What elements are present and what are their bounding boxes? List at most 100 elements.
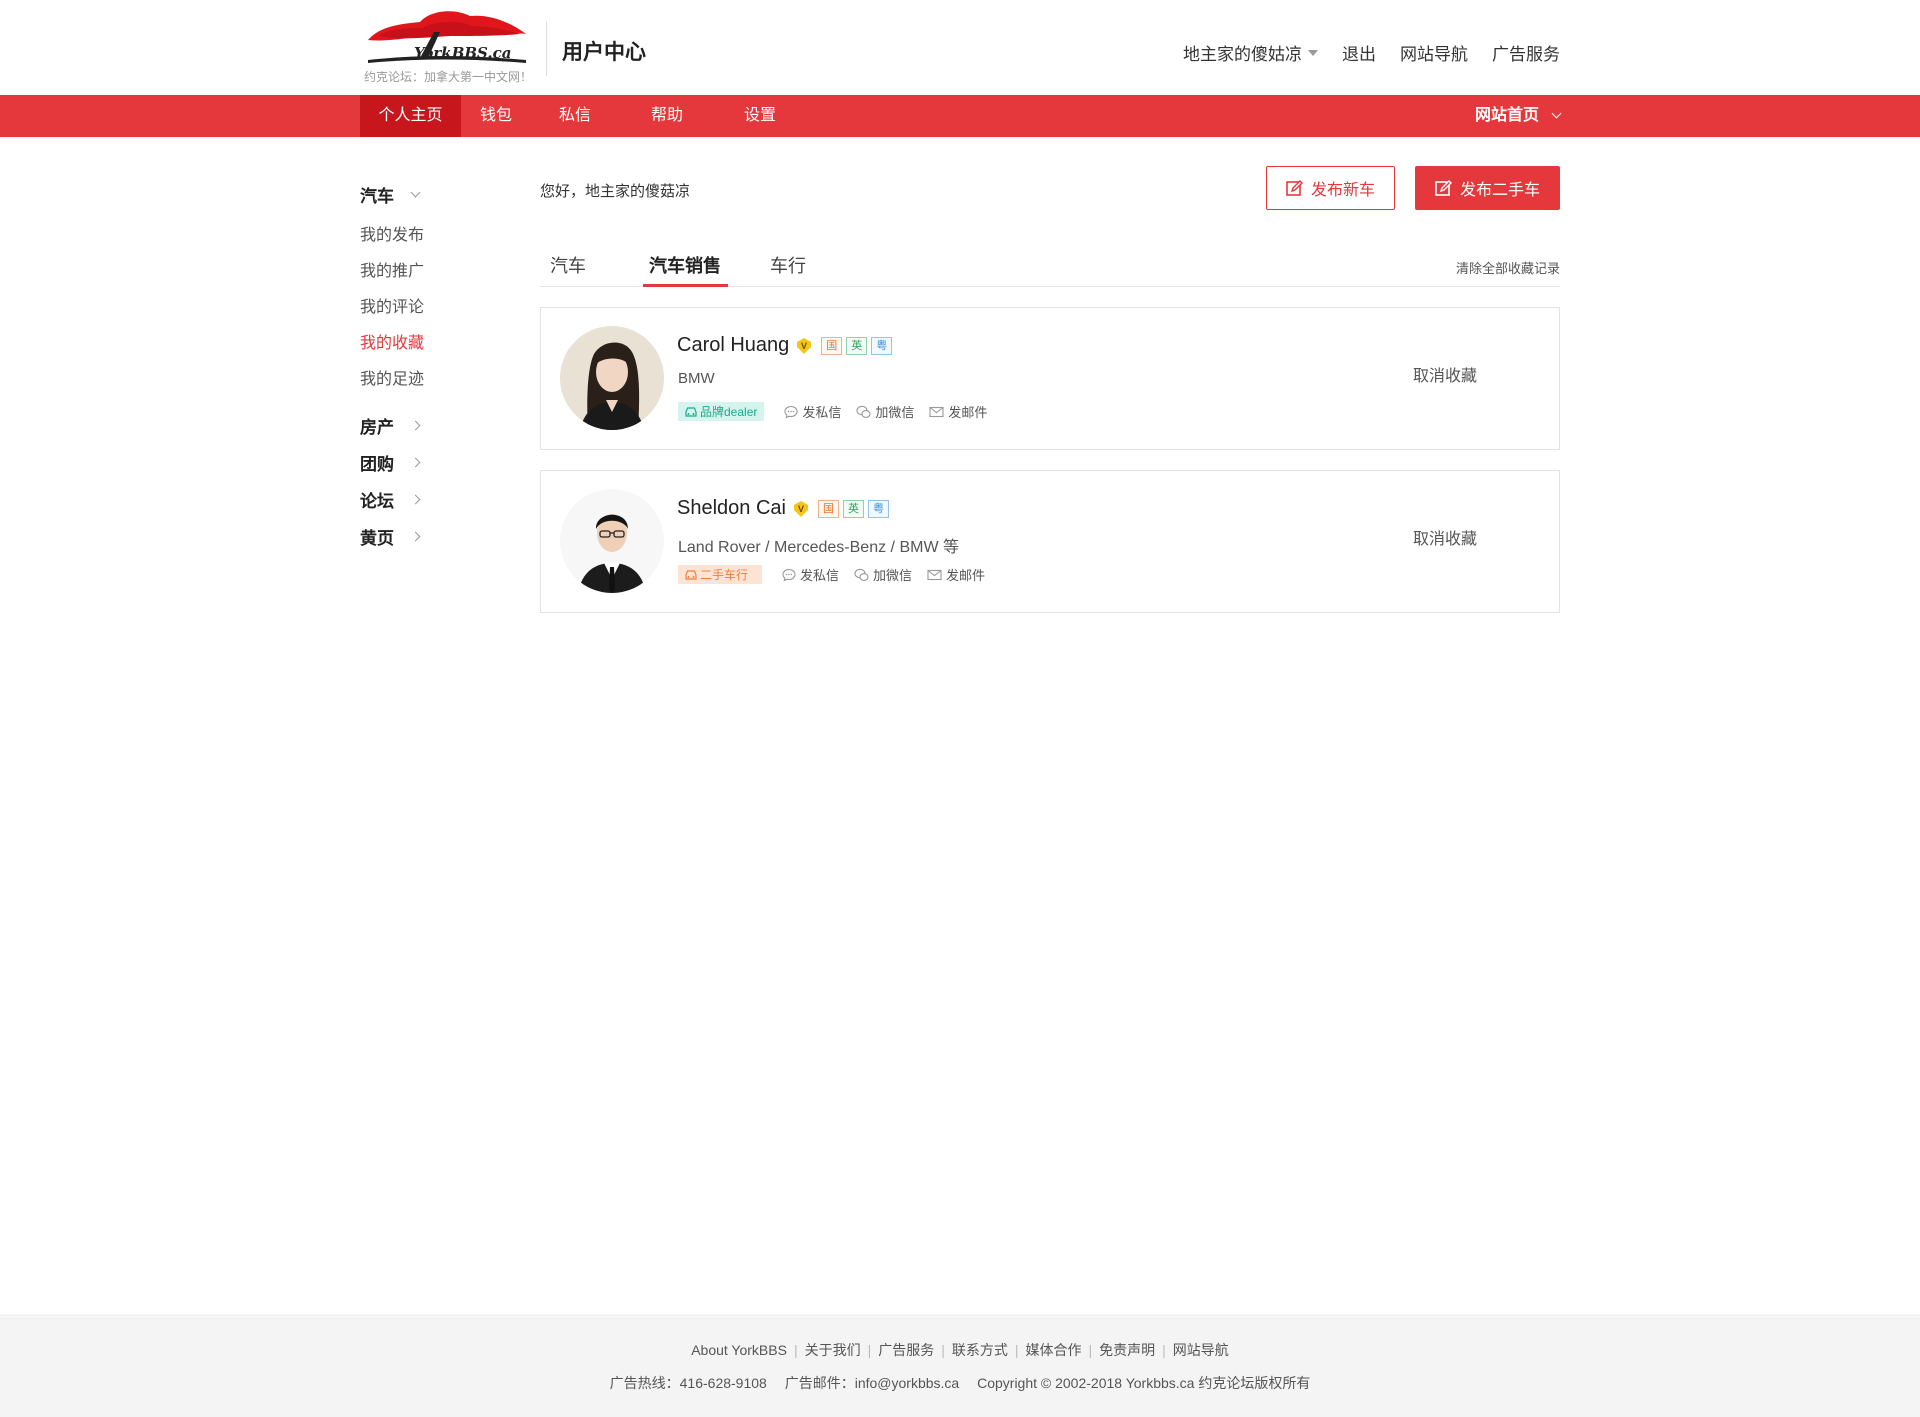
seller-brand: BMW bbox=[678, 370, 715, 387]
wechat-icon bbox=[856, 405, 871, 418]
footer-link-site-nav[interactable]: 网站导航 bbox=[1173, 1342, 1229, 1358]
dealer-type-label: 二手车行 bbox=[700, 568, 749, 582]
footer-hotline: 广告热线：416-628-9108 bbox=[609, 1375, 767, 1391]
verified-v-icon: V bbox=[797, 337, 812, 354]
footer-info: 广告热线：416-628-9108 广告邮件：info@yorkbbs.ca C… bbox=[0, 1373, 1920, 1393]
send-email-action[interactable]: 发邮件 bbox=[927, 565, 985, 584]
footer-email: 广告邮件：info@yorkbbs.ca bbox=[784, 1375, 960, 1391]
footer-separator: | bbox=[1162, 1342, 1166, 1358]
chevron-right-icon bbox=[410, 531, 421, 542]
dealer-type-badge: 二手车行 bbox=[678, 565, 763, 584]
send-message-action[interactable]: 发私信 bbox=[782, 565, 839, 584]
sidebar-category-forum[interactable]: 论坛 bbox=[360, 487, 421, 512]
car-icon bbox=[685, 569, 697, 580]
car-icon bbox=[685, 406, 697, 417]
sidebar-category-label: 汽车 bbox=[360, 187, 394, 206]
footer-links: About YorkBBS | 关于我们 | 广告服务 | 联系方式 | 媒体合作 | 免责声明 | 网… bbox=[0, 1340, 1920, 1360]
footer-link-ad-service[interactable]: 广告服务 bbox=[878, 1342, 934, 1358]
unfavorite-button[interactable]: 取消收藏 bbox=[1413, 525, 1477, 549]
yorkbbs-logo[interactable]: YorkBBS.ca 约克论坛：加拿大第一中文网！ bbox=[360, 6, 533, 86]
chat-bubble-icon bbox=[782, 568, 796, 581]
wechat-icon bbox=[854, 568, 869, 581]
post-new-car-button[interactable]: 发布新车 bbox=[1266, 166, 1395, 210]
nav-item-help[interactable]: 帮助 bbox=[632, 95, 702, 137]
lang-badge-cantonese: 粤 bbox=[871, 336, 893, 355]
chat-bubble-icon bbox=[784, 405, 798, 418]
site-header: YorkBBS.ca 约克论坛：加拿大第一中文网！ 用户中心 地主家的傻姑凉 退… bbox=[0, 0, 1920, 95]
sidebar-category-yellowpages[interactable]: 黄页 bbox=[360, 524, 421, 549]
lang-badge-mandarin: 国 bbox=[821, 336, 843, 355]
mail-icon bbox=[929, 406, 944, 417]
nav-item-home[interactable]: 个人主页 bbox=[360, 95, 461, 137]
sidebar-item-my-favorites[interactable]: 我的收藏 bbox=[360, 329, 424, 353]
dealer-type-label: 品牌dealer bbox=[700, 405, 758, 419]
logo-slogan: 约克论坛：加拿大第一中文网！ bbox=[364, 70, 533, 84]
add-wechat-action[interactable]: 加微信 bbox=[856, 402, 914, 421]
sidebar-item-my-posts[interactable]: 我的发布 bbox=[360, 221, 424, 245]
footer-link-about-us[interactable]: 关于我们 bbox=[805, 1342, 861, 1358]
tab-car-sales[interactable]: 汽车销售 bbox=[649, 252, 721, 278]
dealer-type-badge: 品牌dealer bbox=[678, 402, 765, 421]
sidebar-category-car[interactable]: 汽车 bbox=[360, 182, 421, 207]
active-tab-indicator bbox=[643, 284, 728, 287]
chevron-right-icon bbox=[410, 494, 421, 505]
seller-name[interactable]: Carol Huang bbox=[677, 334, 789, 357]
edit-icon bbox=[1435, 179, 1452, 196]
seller-name[interactable]: Sheldon Cai bbox=[677, 497, 786, 520]
nav-item-wallet[interactable]: 钱包 bbox=[461, 95, 531, 137]
footer-link-contact[interactable]: 联系方式 bbox=[952, 1342, 1008, 1358]
avatar[interactable] bbox=[560, 489, 664, 593]
sidebar-item-my-comments[interactable]: 我的评论 bbox=[360, 293, 424, 317]
nav-item-settings[interactable]: 设置 bbox=[725, 95, 795, 137]
male-avatar-icon bbox=[560, 489, 664, 593]
sidebar-category-label: 黄页 bbox=[360, 529, 394, 548]
edit-icon bbox=[1286, 179, 1303, 196]
site-footer: About YorkBBS | 关于我们 | 广告服务 | 联系方式 | 媒体合作 | 免责声明 | 网… bbox=[0, 1314, 1920, 1417]
footer-separator: | bbox=[1088, 1342, 1093, 1358]
ad-service-link[interactable]: 广告服务 bbox=[1492, 40, 1560, 65]
post-used-car-button[interactable]: 发布二手车 bbox=[1415, 166, 1560, 210]
footer-link-about-yorkbbs[interactable]: About YorkBBS bbox=[691, 1342, 787, 1358]
avatar[interactable] bbox=[560, 326, 664, 430]
chevron-down-icon bbox=[410, 187, 421, 198]
sidebar-category-groupbuy[interactable]: 团购 bbox=[360, 450, 421, 475]
favorites-tabs: 汽车 汽车销售 车行 清除全部收藏记录 bbox=[540, 246, 1560, 287]
send-email-label: 发邮件 bbox=[946, 568, 986, 583]
footer-separator: | bbox=[867, 1342, 872, 1358]
tab-dealership[interactable]: 车行 bbox=[770, 252, 806, 278]
clear-all-favorites-link[interactable]: 清除全部收藏记录 bbox=[1456, 258, 1560, 277]
send-message-action[interactable]: 发私信 bbox=[784, 402, 841, 421]
seller-brand: Land Rover / Mercedes-Benz / BMW 等 bbox=[678, 539, 959, 556]
caret-down-icon bbox=[1308, 49, 1318, 56]
page-title: 用户中心 bbox=[562, 41, 646, 64]
greeting-text: 您好，地主家的傻菇凉 bbox=[540, 183, 691, 200]
lang-badge-cantonese: 粤 bbox=[867, 499, 889, 518]
chevron-right-icon bbox=[410, 420, 421, 431]
site-nav-link[interactable]: 网站导航 bbox=[1400, 40, 1468, 65]
sidebar-item-my-promotions[interactable]: 我的推广 bbox=[360, 257, 424, 281]
add-wechat-label: 加微信 bbox=[875, 405, 915, 420]
sidebar-category-label: 论坛 bbox=[360, 492, 394, 511]
add-wechat-action[interactable]: 加微信 bbox=[854, 565, 912, 584]
username: 地主家的傻姑凉 bbox=[1183, 45, 1302, 64]
site-home-dropdown[interactable]: 网站首页 bbox=[1474, 95, 1562, 137]
site-home-label: 网站首页 bbox=[1474, 107, 1539, 124]
footer-link-media[interactable]: 媒体合作 bbox=[1026, 1342, 1082, 1358]
send-email-action[interactable]: 发邮件 bbox=[929, 402, 987, 421]
sidebar-item-my-history[interactable]: 我的足迹 bbox=[360, 365, 424, 389]
unfavorite-button[interactable]: 取消收藏 bbox=[1413, 362, 1477, 386]
lang-badge-english: 英 bbox=[842, 499, 864, 518]
nav-item-messages[interactable]: 私信 bbox=[540, 95, 610, 137]
mail-icon bbox=[927, 569, 942, 580]
sidebar-category-realestate[interactable]: 房产 bbox=[360, 413, 421, 438]
send-email-label: 发邮件 bbox=[948, 405, 988, 420]
seller-actions: 品牌dealer 发私信 加微信 发邮件 bbox=[678, 402, 1002, 421]
footer-link-disclaimer[interactable]: 免责声明 bbox=[1099, 1342, 1155, 1358]
user-menu[interactable]: 地主家的傻姑凉 bbox=[1183, 40, 1318, 65]
footer-separator: | bbox=[1014, 1342, 1019, 1358]
footer-separator: | bbox=[941, 1342, 945, 1358]
footer-separator: | bbox=[793, 1342, 798, 1358]
logout-link[interactable]: 退出 bbox=[1342, 40, 1376, 65]
tab-car[interactable]: 汽车 bbox=[550, 252, 586, 278]
main-navbar: 个人主页 钱包 私信 帮助 设置 网站首页 bbox=[0, 95, 1920, 137]
